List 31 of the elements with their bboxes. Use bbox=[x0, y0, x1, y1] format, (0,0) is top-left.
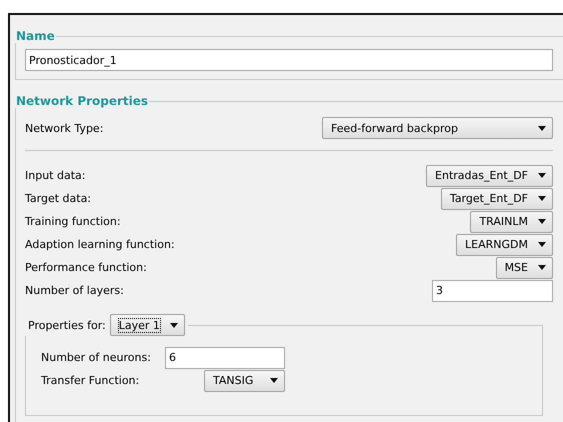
dropdown[interactable]: Feed-forward backprop bbox=[322, 117, 553, 139]
caret-icon bbox=[270, 378, 278, 383]
caret-icon bbox=[538, 173, 546, 178]
field-label: Number of layers: bbox=[25, 284, 124, 297]
input-field[interactable]: 3 bbox=[432, 280, 553, 302]
caret-icon bbox=[538, 219, 546, 224]
dropdown[interactable]: MSE bbox=[496, 256, 553, 278]
field-label: Input data: bbox=[25, 169, 86, 182]
group-title: Network Properties bbox=[15, 94, 150, 108]
caret-icon bbox=[538, 126, 546, 130]
field-label: Adaption learning function: bbox=[25, 238, 175, 251]
dropdown[interactable]: Target_Ent_DF bbox=[440, 188, 553, 210]
input-field[interactable]: 6 bbox=[165, 346, 285, 368]
caret-icon bbox=[538, 265, 546, 270]
dropdown[interactable]: Layer 1 bbox=[110, 314, 185, 336]
dropdown[interactable]: Entradas_Ent_DF bbox=[426, 164, 553, 186]
group-title: Name bbox=[15, 29, 56, 43]
caret-icon bbox=[170, 322, 178, 328]
field-label: Performance function: bbox=[25, 261, 147, 274]
caret-icon bbox=[538, 242, 546, 247]
input-field[interactable]: Pronosticador_1 bbox=[25, 49, 553, 71]
field-label: Properties for: bbox=[28, 318, 106, 332]
field-label: Transfer Function: bbox=[41, 374, 140, 387]
dropdown[interactable]: LEARNGDM bbox=[456, 234, 553, 256]
caret-icon bbox=[538, 196, 546, 201]
dropdown[interactable]: TANSIG bbox=[204, 370, 285, 392]
field-label: Network Type: bbox=[25, 122, 104, 134]
field-label: Target data: bbox=[25, 192, 92, 205]
field-label: Number of neurons: bbox=[41, 351, 152, 364]
dropdown[interactable]: TRAINLM bbox=[470, 210, 553, 232]
field-label: Training function: bbox=[25, 215, 121, 228]
